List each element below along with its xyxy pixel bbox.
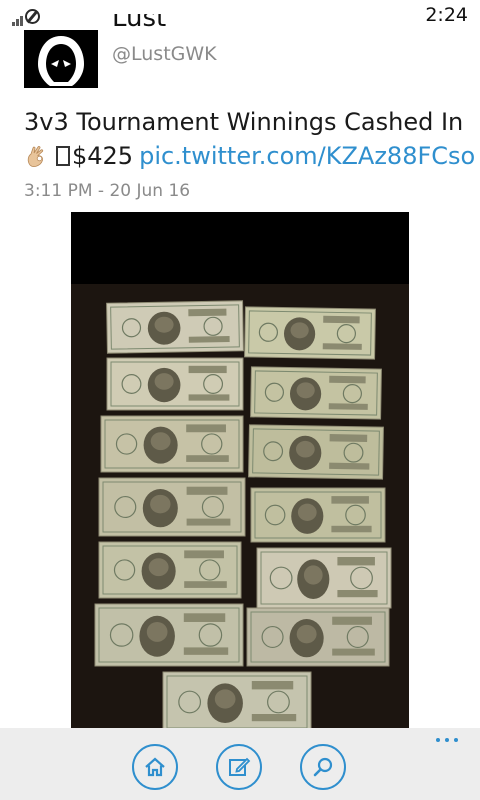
dollar-bill — [250, 366, 382, 420]
tweet-media-link[interactable]: pic.twitter.com/KZAz88FCso — [139, 142, 475, 170]
dollar-bill — [106, 300, 244, 354]
dollar-bill — [256, 547, 392, 609]
tweet-amount: $425 — [72, 142, 134, 170]
home-icon — [145, 757, 165, 777]
dollar-bill — [162, 671, 312, 732]
signal-strength-icon — [12, 6, 40, 26]
home-button[interactable] — [132, 744, 178, 790]
dollar-bill — [94, 603, 244, 667]
missing-glyph-box-icon — [56, 146, 70, 166]
hooded-figure-icon — [24, 30, 98, 88]
status-clock: 2:24 — [425, 4, 468, 26]
dollar-bill — [100, 415, 244, 473]
tweet-text: 3v3 Tournament Winnings Cashed In — [24, 108, 464, 136]
dollar-bill — [98, 477, 246, 537]
compose-button[interactable] — [216, 744, 262, 790]
tweet-text-line2: $425 pic.twitter.com/KZAz88FCso — [24, 140, 475, 172]
dollar-bill — [244, 306, 376, 360]
dollar-bill — [246, 607, 390, 667]
app-bar — [0, 728, 480, 800]
tweet-photo[interactable] — [71, 212, 409, 732]
search-button[interactable] — [300, 744, 346, 790]
avatar[interactable] — [24, 30, 98, 88]
compose-icon — [229, 757, 251, 776]
search-icon — [313, 757, 333, 777]
dollar-bill — [98, 541, 242, 599]
dollar-bill — [250, 487, 386, 543]
dollar-bill — [248, 424, 384, 480]
dollar-bill — [106, 357, 244, 411]
tweet-timestamp: 3:11 PM - 20 Jun 16 — [24, 181, 191, 201]
display-name[interactable]: Lust — [112, 14, 312, 36]
user-handle[interactable]: @LustGWK — [112, 43, 217, 65]
ok-hand-icon — [27, 146, 44, 167]
dollar-bills-photo — [71, 212, 409, 732]
more-ellipsis-icon[interactable] — [436, 738, 458, 742]
